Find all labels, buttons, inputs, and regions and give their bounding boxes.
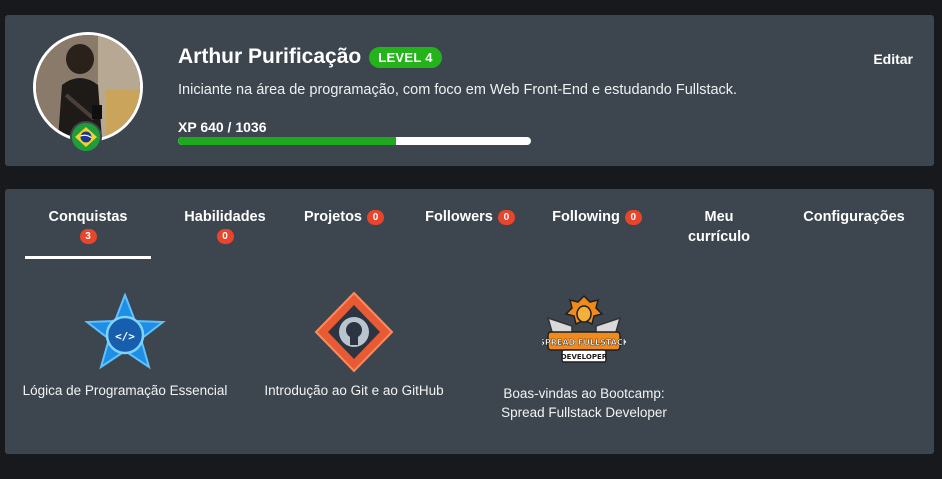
xp-progress-bar: [178, 137, 531, 145]
svg-text:</>: </>: [115, 330, 135, 343]
achievement-item[interactable]: SPREAD FULLSTACK DEVELOPER Boas-vindas a…: [489, 292, 679, 422]
achievement-title-line2: Spread Fullstack Developer: [501, 405, 667, 420]
badge-text: DEVELOPER: [561, 353, 608, 361]
count-badge: 3: [79, 229, 97, 244]
achievement-title: Introdução ao Git e ao GitHub: [264, 383, 444, 398]
level-badge: LEVEL 4: [369, 46, 442, 68]
tab-followers[interactable]: Followers 0: [409, 207, 531, 227]
tab-label: Projetos: [303, 209, 362, 225]
tab-label: Followers: [425, 209, 493, 225]
count-badge: 0: [216, 229, 234, 244]
profile-name: Arthur Purificação: [178, 45, 362, 68]
profile-tabs: Conquistas 3 Habilidades 0 Projetos 0 Fol…: [5, 189, 934, 261]
content-card: Conquistas 3 Habilidades 0 Projetos 0 Fol…: [5, 189, 934, 454]
tab-label: Conquistas: [48, 209, 128, 225]
tab-following[interactable]: Following 0: [535, 207, 659, 227]
count-badge: 0: [367, 209, 384, 225]
git-github-badge-icon: [314, 291, 394, 373]
achievement-item[interactable]: </> Lógica de Programação Essencial: [19, 293, 231, 400]
tab-habilidades[interactable]: Habilidades 0: [165, 207, 285, 244]
profile-header: Arthur Purificação LEVEL 4: [178, 45, 442, 69]
tab-meu-curriculo[interactable]: Meu currículo: [675, 207, 763, 247]
avatar-container: [33, 32, 143, 153]
code-star-badge-icon: </>: [84, 293, 166, 370]
spread-fullstack-badge-icon: SPREAD FULLSTACK DEVELOPER: [542, 294, 626, 363]
profile-card: Arthur Purificação LEVEL 4 Editar Inicia…: [5, 15, 934, 166]
tab-configuracoes[interactable]: Configurações: [791, 207, 917, 227]
achievement-title: Lógica de Programação Essencial: [22, 383, 228, 398]
tab-label: Configurações: [803, 209, 905, 225]
badge-text: SPREAD FULLSTACK: [542, 338, 626, 347]
xp-label: XP 640 / 1036: [178, 119, 267, 135]
count-badge: 0: [497, 209, 515, 225]
tab-label: Meu currículo: [687, 209, 751, 245]
tab-label: Following: [552, 209, 620, 225]
active-tab-indicator: [25, 256, 151, 259]
edit-profile-link[interactable]: Editar: [873, 51, 913, 67]
xp-progress-fill: [178, 137, 397, 145]
tab-projetos[interactable]: Projetos 0: [287, 207, 401, 227]
count-badge: 0: [624, 209, 642, 225]
achievement-title-line1: Boas-vindas ao Bootcamp:: [503, 386, 665, 401]
brazil-flag-icon: [70, 121, 102, 153]
achievement-item[interactable]: Introdução ao Git e ao GitHub: [259, 291, 449, 400]
tab-label: Habilidades: [184, 209, 266, 225]
tab-conquistas[interactable]: Conquistas 3: [27, 207, 149, 244]
profile-bio: Iniciante na área de programação, com fo…: [178, 82, 738, 98]
